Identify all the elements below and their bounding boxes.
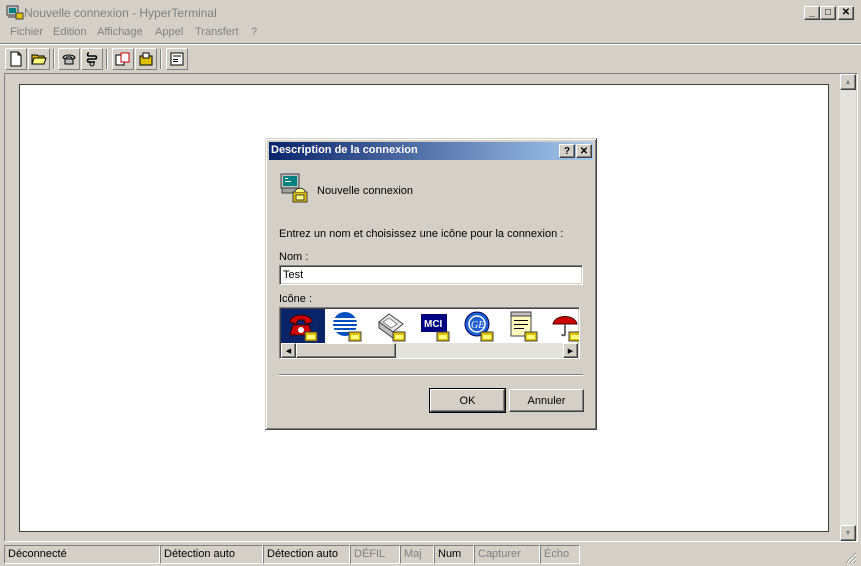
svg-text:GE: GE xyxy=(471,320,484,331)
send-icon xyxy=(115,52,130,66)
icon-option-globe-stripes[interactable] xyxy=(325,309,369,343)
minimize-button[interactable]: _ xyxy=(804,6,820,20)
cancel-button[interactable]: Annuler xyxy=(509,389,584,412)
icon-option-phone-red[interactable] xyxy=(281,309,325,343)
arrow-right-icon: ▶ xyxy=(567,347,574,355)
close-icon: ✕ xyxy=(841,7,851,18)
call-button[interactable] xyxy=(58,48,80,70)
icon-strip: MCI GE xyxy=(281,309,579,343)
menu-edition[interactable]: Edition xyxy=(53,26,87,38)
icon-option-notepad[interactable] xyxy=(501,309,545,343)
minimize-icon: _ xyxy=(809,7,815,18)
disconnect-icon xyxy=(86,52,98,67)
dialog-help-button[interactable]: ? xyxy=(559,144,575,158)
send-button[interactable] xyxy=(112,48,134,70)
new-icon xyxy=(10,51,22,67)
arrow-up-icon: ▲ xyxy=(844,78,852,86)
status-echo: Écho xyxy=(540,545,580,564)
notepad-icon xyxy=(510,311,538,342)
icon-list-scrollbar[interactable]: ◀ ▶ xyxy=(281,343,578,358)
ge-globe-icon: GE xyxy=(464,311,494,342)
toolbar-separator xyxy=(160,49,162,69)
phone-red-icon xyxy=(289,314,318,342)
window-titlebar[interactable]: Nouvelle connexion - HyperTerminal _ □ ✕ xyxy=(0,0,861,26)
dialog-separator xyxy=(279,374,583,376)
status-detection-2: Détection auto xyxy=(263,545,350,564)
icon-option-ge-globe[interactable]: GE xyxy=(457,309,501,343)
icon-option-fax[interactable] xyxy=(369,309,413,343)
icon-option-umbrella[interactable] xyxy=(545,309,579,343)
mci-icon: MCI xyxy=(421,314,450,342)
name-label: Nom : xyxy=(279,251,309,263)
open-icon xyxy=(31,54,47,65)
resize-grip-icon[interactable] xyxy=(845,552,857,564)
menu-transfert[interactable]: Transfert xyxy=(195,26,239,38)
vertical-scrollbar[interactable]: ▲ ▼ xyxy=(840,74,856,541)
open-button[interactable] xyxy=(28,48,50,70)
menu-affichage[interactable]: Affichage xyxy=(97,26,143,38)
icon-list[interactable]: MCI GE ◀ ▶ xyxy=(279,307,580,359)
scroll-thumb[interactable] xyxy=(296,343,396,358)
umbrella-icon xyxy=(552,316,579,342)
menu-fichier[interactable]: Fichier xyxy=(10,26,43,38)
status-num: Num xyxy=(434,545,474,564)
icon-label: Icône : xyxy=(279,293,313,305)
globe-stripes-icon xyxy=(333,312,362,342)
menu-help[interactable]: ? xyxy=(251,26,257,38)
toolbar-separator xyxy=(53,49,55,69)
statusbar: Déconnecté Détection auto Détection auto… xyxy=(0,544,861,566)
dialog-close-button[interactable]: ✕ xyxy=(576,144,592,158)
close-icon: ✕ xyxy=(579,145,589,157)
status-capture: Capturer xyxy=(474,545,540,564)
status-scroll: DÉFIL xyxy=(350,545,400,564)
cancel-button-label: Annuler xyxy=(527,394,566,407)
ok-button[interactable]: OK xyxy=(429,388,506,413)
toolbar xyxy=(0,43,861,71)
receive-button[interactable] xyxy=(135,48,157,70)
disconnect-button[interactable] xyxy=(81,48,103,70)
properties-icon xyxy=(170,52,184,66)
arrow-left-icon: ◀ xyxy=(285,347,292,355)
ok-button-label: OK xyxy=(459,394,476,407)
scroll-up-button[interactable]: ▲ xyxy=(840,74,856,90)
scroll-left-button[interactable]: ◀ xyxy=(281,343,296,358)
hyperterminal-app-icon[interactable] xyxy=(6,5,24,21)
fax-icon xyxy=(378,313,406,342)
status-detection-1: Détection auto xyxy=(160,545,263,564)
instruction-text: Entrez un nom et choisissez une icône po… xyxy=(279,228,564,240)
dialog-titlebar[interactable]: Description de la connexion ? ✕ xyxy=(269,142,593,160)
name-input[interactable] xyxy=(279,265,583,285)
arrow-down-icon: ▼ xyxy=(844,529,852,537)
connection-description-dialog: Description de la connexion ? ✕ Nouvelle… xyxy=(265,138,597,430)
close-button[interactable]: ✕ xyxy=(838,6,854,20)
call-icon xyxy=(62,54,76,65)
maximize-button[interactable]: □ xyxy=(820,6,836,20)
window-title: Nouvelle connexion - HyperTerminal xyxy=(24,6,217,20)
icon-option-mci[interactable]: MCI xyxy=(413,309,457,343)
connection-icon xyxy=(279,172,311,204)
maximize-icon: □ xyxy=(824,7,832,18)
menu-appel[interactable]: Appel xyxy=(155,26,183,38)
menubar: Fichier Edition Affichage Appel Transfer… xyxy=(0,24,861,42)
status-caps: Maj xyxy=(400,545,434,564)
scroll-down-button[interactable]: ▼ xyxy=(840,525,856,541)
connection-name-heading: Nouvelle connexion xyxy=(317,185,414,197)
new-button[interactable] xyxy=(5,48,27,70)
dialog-title: Description de la connexion xyxy=(271,144,418,156)
status-connection: Déconnecté xyxy=(4,545,160,564)
svg-text:MCI: MCI xyxy=(424,319,443,330)
help-icon: ? xyxy=(563,145,571,157)
scroll-right-button[interactable]: ▶ xyxy=(563,343,578,358)
receive-icon xyxy=(139,52,153,66)
toolbar-separator xyxy=(106,49,108,69)
properties-button[interactable] xyxy=(166,48,188,70)
